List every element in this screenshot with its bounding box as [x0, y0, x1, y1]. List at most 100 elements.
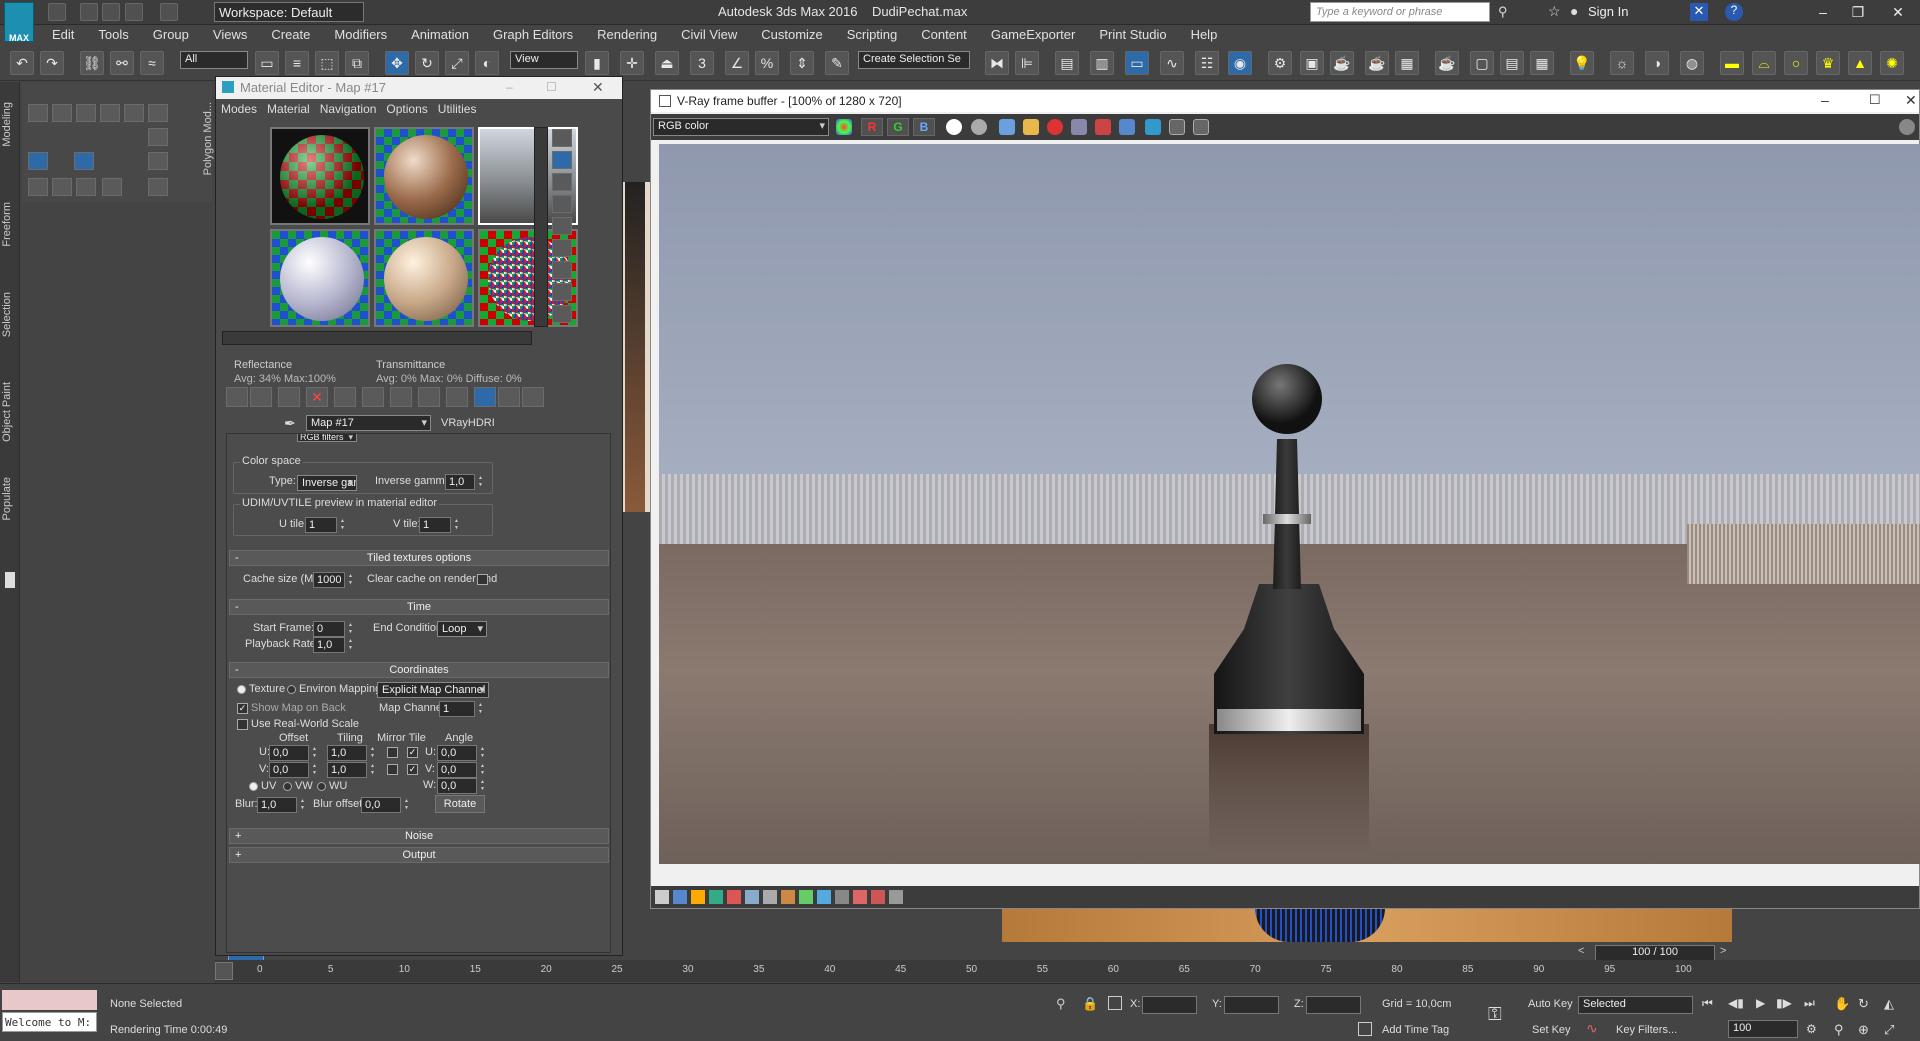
redo-icon[interactable] — [160, 3, 178, 21]
restore-icon[interactable]: ❐ — [1840, 2, 1876, 22]
pivot-icon[interactable]: ▮ — [585, 51, 609, 75]
vfb-status-icon-5[interactable] — [727, 890, 741, 904]
time-rollout-header[interactable]: - Time — [229, 599, 609, 615]
key-filter-icon[interactable]: ∿ — [1586, 1020, 1598, 1037]
inverse-gamma-input[interactable]: 1,0 — [445, 474, 486, 490]
ribbon-tool-15-icon[interactable] — [148, 178, 168, 196]
noise-rollout-header[interactable]: + Noise — [229, 828, 609, 844]
placement-icon[interactable]: ◐ — [475, 51, 499, 75]
vfb-link-icon[interactable] — [1145, 119, 1161, 135]
activeshade-icon[interactable]: ▦ — [1395, 51, 1419, 75]
vfb-alpha-icon[interactable] — [946, 119, 962, 135]
exchange-icon[interactable]: ✕ — [1690, 3, 1708, 21]
timeline-track[interactable]: 0 5 10 15 20 25 30 35 40 45 50 55 60 65 70 75 80 85 90 95 10… — [215, 960, 1920, 982]
named-selection-dropdown[interactable]: Create Selection Se — [858, 51, 970, 69]
menu-animation[interactable]: Animation — [399, 25, 481, 45]
u-tiling-input[interactable]: 1,0 — [327, 745, 378, 761]
vray-sphere-icon[interactable]: ○ — [1784, 51, 1808, 75]
maxscript-input[interactable]: Welcome to M: — [2, 1012, 97, 1032]
tab-object-paint[interactable]: Object Paint — [1, 382, 13, 442]
bind-space-warp-icon[interactable]: ≈ — [140, 51, 164, 75]
vfb-clear-icon[interactable] — [1047, 119, 1063, 135]
vfb-channel-dropdown[interactable]: RGB color — [653, 118, 829, 136]
sample-slot-5[interactable] — [374, 229, 474, 327]
cache-size-input[interactable]: 1000 — [313, 572, 356, 588]
assign-material-icon[interactable] — [278, 387, 300, 407]
vfb-green-channel-button[interactable]: G — [887, 118, 909, 136]
vfb-status-icon-6[interactable] — [745, 890, 759, 904]
z-coord-input[interactable] — [1306, 996, 1361, 1014]
vfb-status-icon-12[interactable] — [853, 890, 867, 904]
sign-in-link[interactable]: Sign In — [1588, 4, 1628, 19]
vfb-track-mouse-icon[interactable] — [1095, 119, 1111, 135]
new-file-icon[interactable] — [48, 3, 66, 21]
vray-dome-shape-icon[interactable]: ⌓ — [1752, 51, 1776, 75]
spinner-snap-icon[interactable]: ⇕ — [790, 51, 814, 75]
undo-button[interactable]: ↶ — [10, 51, 34, 75]
mapping-dropdown[interactable]: Explicit Map Channel — [377, 682, 489, 698]
rgb-filters-dropdown[interactable]: RGB filters — [297, 434, 357, 442]
ribbon-tool-4-icon[interactable] — [100, 104, 120, 122]
vray-ies-icon[interactable]: ▲ — [1848, 51, 1872, 75]
select-object-icon[interactable]: ▭ — [255, 51, 279, 75]
isolate-icon[interactable]: ⚲ — [1056, 996, 1066, 1012]
v-mirror-checkbox[interactable] — [387, 764, 398, 775]
texture-radio[interactable] — [237, 685, 246, 694]
copy-material-icon[interactable] — [334, 387, 356, 407]
ribbon-tool-12-icon[interactable] — [52, 178, 72, 196]
scale-icon[interactable]: ⤢ — [445, 51, 469, 75]
mat-menu-navigation[interactable]: Navigation — [315, 99, 382, 119]
real-world-scale-checkbox[interactable] — [237, 719, 248, 730]
maxscript-listener-mini[interactable] — [2, 990, 97, 1010]
vfb-minimize-icon[interactable]: – — [1821, 92, 1829, 108]
snap-3-icon[interactable]: 3 — [690, 51, 714, 75]
blur-offset-input[interactable]: 0,0 — [361, 797, 412, 813]
ribbon-tool-13-icon[interactable] — [76, 178, 96, 196]
time-slider[interactable]: 100 / 100 — [1595, 945, 1715, 961]
time-next-icon[interactable]: > — [1720, 945, 1726, 957]
redo-button[interactable]: ↷ — [40, 51, 64, 75]
menu-graph-editors[interactable]: Graph Editors — [481, 25, 585, 45]
wu-radio[interactable] — [317, 782, 326, 791]
vfb-lens-effects-icon[interactable] — [1193, 119, 1209, 135]
rect-selection-icon[interactable]: ⬚ — [315, 51, 339, 75]
maximize-viewport-icon[interactable]: ⤢ — [1884, 1022, 1894, 1038]
close-icon[interactable]: ✕ — [1880, 2, 1916, 22]
render-setup-icon[interactable]: ⚙ — [1268, 51, 1292, 75]
schematic-view-icon[interactable]: ☷ — [1195, 51, 1219, 75]
tiled-textures-rollout-header[interactable]: - Tiled textures options — [229, 550, 609, 566]
u-angle-input[interactable]: 0,0 — [437, 745, 488, 761]
show-shaded-icon[interactable] — [446, 387, 468, 407]
v-offset-input[interactable]: 0,0 — [269, 762, 320, 778]
y-coord-input[interactable] — [1224, 996, 1279, 1014]
time-config-icon[interactable]: ⚙ — [1806, 1022, 1817, 1036]
menu-views[interactable]: Views — [201, 25, 259, 45]
save-file-icon[interactable] — [102, 3, 120, 21]
vfb-save-icon[interactable] — [999, 119, 1015, 135]
vfb-duplicate-icon[interactable] — [1071, 119, 1087, 135]
ribbon-tool-3-icon[interactable] — [76, 104, 96, 122]
vfb-status-icon-4[interactable] — [709, 890, 723, 904]
menu-create[interactable]: Create — [259, 25, 322, 45]
undo-icon[interactable] — [125, 3, 143, 21]
orbit-icon[interactable]: ↻ — [1858, 996, 1869, 1012]
show-map-on-back-checkbox[interactable]: ✓ — [237, 703, 248, 714]
menu-tools[interactable]: Tools — [86, 25, 140, 45]
uv-radio[interactable] — [249, 782, 258, 791]
render-iterative-icon[interactable]: ☕ — [1365, 51, 1389, 75]
window-crossing-icon[interactable]: ⧉ — [345, 51, 369, 75]
vfb-status-icon-2[interactable] — [673, 890, 687, 904]
absolute-mode-icon[interactable] — [1108, 996, 1122, 1010]
u-tile-input[interactable]: 1 — [305, 517, 348, 533]
material-navigator-icon[interactable] — [552, 305, 572, 323]
sample-slot-1[interactable] — [270, 127, 370, 225]
vfb-mono-icon[interactable] — [971, 119, 987, 135]
workspace-dropdown[interactable]: Workspace: Default — [214, 2, 364, 22]
ribbon-tool-8-icon[interactable] — [28, 152, 48, 170]
rotate-button[interactable]: Rotate — [435, 795, 485, 813]
mat-close-icon[interactable]: ✕ — [592, 79, 604, 96]
vfb-red-channel-button[interactable]: R — [861, 118, 883, 136]
output-rollout-header[interactable]: + Output — [229, 847, 609, 863]
key-icon[interactable]: ⚿ — [1488, 1004, 1502, 1025]
vfb-maximize-icon[interactable]: ☐ — [1869, 92, 1881, 108]
